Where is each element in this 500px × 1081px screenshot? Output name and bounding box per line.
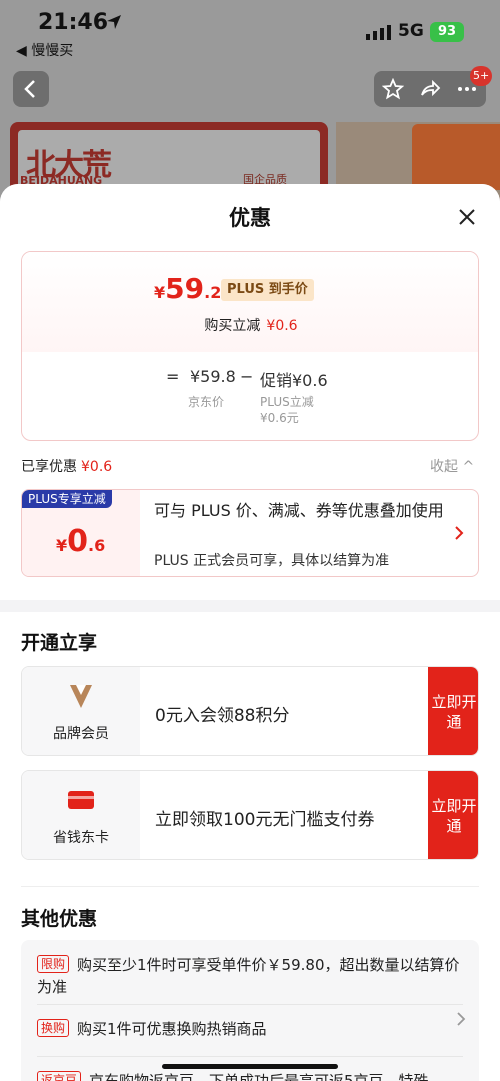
formula-jd-label: 京东价 — [188, 395, 225, 409]
location-arrow-icon — [107, 15, 121, 29]
formula-promo: 促销¥0.6 — [260, 371, 328, 390]
promo-banner-badge — [412, 124, 500, 190]
discount-sheet: 优惠 ¥59.2 PLUS 到手价 购买立减 ¥0.6 = ¥59.8 − 促销¥… — [0, 184, 500, 1081]
enjoyed-discount: 已享优惠 ¥0.6 — [21, 456, 112, 476]
formula-equals: = — [166, 367, 180, 386]
brand-member-icon — [70, 685, 92, 708]
formula-plus-label: PLUS立减 — [260, 395, 314, 409]
plus-note: PLUS 正式会员可享，具体以结算为准 — [154, 553, 390, 569]
credit-card-icon — [68, 791, 94, 809]
plus-amount-currency: ¥ — [56, 536, 68, 555]
star-icon[interactable] — [382, 78, 404, 100]
sheet-title: 优惠 — [229, 206, 271, 230]
price-card-top — [22, 252, 478, 352]
brand-member-card[interactable]: 品牌会员 0元入会领88积分 立即开通 — [21, 666, 479, 756]
share-icon[interactable] — [419, 78, 441, 100]
list-item[interactable]: 换购 购买1件可优惠换购热销商品 — [37, 1018, 467, 1040]
brand-member-text: 0元入会领88积分 — [155, 706, 290, 726]
list-divider — [37, 1004, 463, 1005]
plus-amount-integer: 0 — [67, 524, 89, 559]
limit-tag: 限购 — [37, 955, 70, 973]
sheet-top-section: 优惠 ¥59.2 PLUS 到手价 购买立减 ¥0.6 = ¥59.8 − 促销¥… — [0, 184, 500, 600]
status-bar: 21:46 ◀ 慢慢买 5G 93 — [0, 0, 500, 64]
formula-plus-value: ¥0.6元 — [260, 411, 299, 425]
other-discounts-list: 限购 购买至少1件时可享受单件价￥59.80，超出数量以结算价为准 换购 购买1件可… — [21, 940, 479, 1081]
chevron-right-icon — [457, 1012, 466, 1026]
plus-description: 可与 PLUS 价、满减、券等优惠叠加使用 — [154, 501, 444, 520]
savings-card-text: 立即领取100元无门槛支付券 — [155, 810, 375, 830]
collapse-toggle[interactable]: 收起 ^ — [430, 456, 474, 476]
savings-card-open-button[interactable]: 立即开通 — [428, 771, 478, 859]
savings-card[interactable]: 省钱东卡 立即领取100元无门槛支付券 立即开通 — [21, 770, 479, 860]
back-button[interactable] — [13, 71, 49, 107]
open-share-title: 开通立享 — [21, 632, 98, 654]
chevron-right-icon — [455, 526, 464, 540]
price-formula: = ¥59.8 − 促销¥0.6 — [22, 367, 478, 391]
exchange-tag: 换购 — [37, 1019, 70, 1037]
close-icon[interactable] — [452, 202, 482, 232]
list-divider — [37, 1056, 463, 1057]
enjoyed-value: ¥0.6 — [81, 459, 113, 475]
formula-minus: − — [240, 367, 254, 386]
jingdou-text: 京东购物返京豆，下单成功后最高可返5京豆，特殊 — [89, 1072, 429, 1081]
buy-reduce-label: 购买立减 — [204, 318, 261, 334]
brand-member-name: 品牌会员 — [53, 726, 109, 742]
battery-icon: 93 — [430, 22, 464, 42]
buy-reduce-value: ¥0.6 — [266, 318, 298, 334]
final-price-currency: ¥ — [154, 283, 166, 302]
plus-discount-card[interactable]: PLUS专享立减 ¥0.6 可与 PLUS 价、满减、券等优惠叠加使用 PLUS… — [21, 489, 479, 577]
other-discounts-title: 其他优惠 — [21, 908, 98, 930]
price-card: ¥59.2 PLUS 到手价 购买立减 ¥0.6 = ¥59.8 − 促销¥0.6… — [21, 251, 479, 441]
limit-text: 购买至少1件时可享受单件价￥59.80，超出数量以结算价为准 — [37, 956, 460, 996]
savings-card-name: 省钱东卡 — [53, 830, 109, 846]
status-time: 21:46 — [38, 10, 109, 35]
plus-discount-amount: ¥0.6 — [56, 524, 105, 559]
chevron-left-icon — [24, 80, 35, 98]
brand-member-open-button[interactable]: 立即开通 — [428, 667, 478, 755]
buy-reduce-line: 购买立减 ¥0.6 — [22, 315, 478, 335]
final-price-integer: 59 — [165, 272, 205, 305]
home-indicator[interactable] — [162, 1064, 338, 1069]
message-count-badge: 5+ — [470, 66, 493, 86]
plus-exclusive-label: PLUS专享立减 — [22, 490, 112, 508]
other-discounts-section: 其他优惠 限购 购买至少1件时可享受单件价￥59.80，超出数量以结算价为准 换购… — [0, 886, 500, 1081]
network-type: 5G — [398, 21, 424, 41]
final-price-decimal: .2 — [204, 283, 222, 302]
list-item: 限购 购买至少1件时可享受单件价￥59.80，超出数量以结算价为准 — [37, 954, 467, 998]
open-share-section: 开通立享 品牌会员 0元入会领88积分 立即开通 省钱东卡 立即领取100元无门… — [0, 612, 500, 886]
final-price: ¥59.2 — [154, 272, 221, 305]
list-item: 返京豆 京东购物返京豆，下单成功后最高可返5京豆，特殊 — [37, 1070, 467, 1081]
jingdou-tag: 返京豆 — [37, 1071, 82, 1081]
back-to-app-link[interactable]: ◀ 慢慢买 — [16, 40, 73, 60]
enjoyed-label: 已享优惠 — [21, 459, 77, 475]
section-divider — [21, 886, 479, 887]
formula-jd-price: ¥59.8 — [190, 367, 236, 386]
plus-price-tag: PLUS 到手价 — [221, 279, 314, 301]
cellular-signal-icon — [366, 25, 391, 40]
plus-amount-decimal: .6 — [88, 536, 106, 555]
exchange-text: 购买1件可优惠换购热销商品 — [77, 1020, 267, 1038]
